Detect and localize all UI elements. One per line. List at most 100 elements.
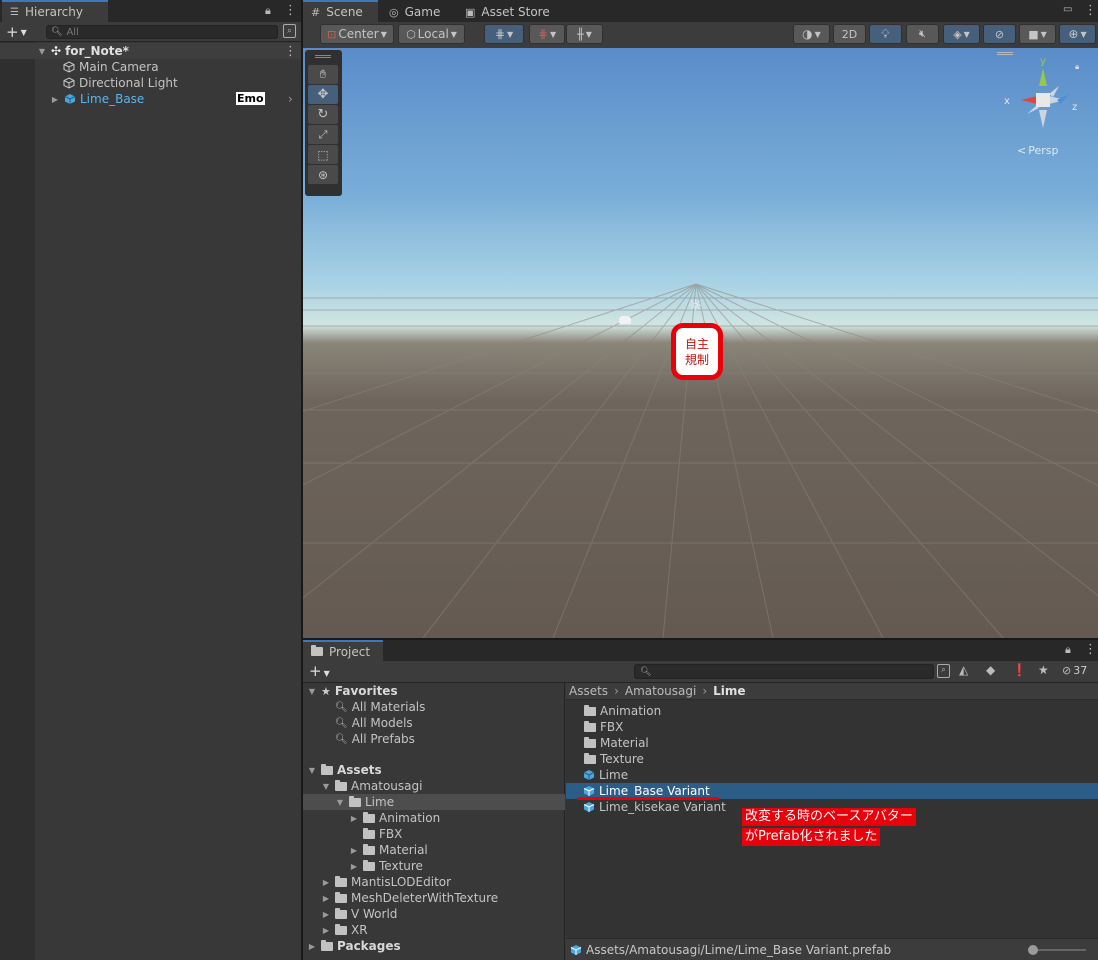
favorite-star-icon[interactable]: ★ [1038, 663, 1049, 677]
audio-toggle[interactable]: 🔇︎ [906, 24, 939, 44]
tab-game[interactable]: ◎ Game [381, 1, 448, 23]
expand-arrow-icon[interactable]: ▶ [321, 878, 331, 887]
hidden-packages-toggle[interactable]: ⊘ 37 [1062, 664, 1087, 677]
folder-material[interactable]: ▶ Material [349, 842, 428, 858]
expand-arrow-icon[interactable]: ▶ [349, 846, 359, 855]
filter-by-type-icon[interactable]: ◭ [959, 663, 968, 677]
expand-arrow-icon[interactable]: ▶ [50, 95, 60, 104]
folder-xr[interactable]: ▶ XR [321, 922, 368, 938]
chevron-right-icon[interactable]: › [288, 92, 293, 106]
asset-prefab-lime-kisekae-variant[interactable]: Lime_kisekae Variant [583, 799, 726, 815]
kebab-menu-icon[interactable]: ⋮ [1084, 3, 1097, 18]
folder-lime[interactable]: ▼ Lime [303, 794, 565, 810]
rect-tool-button[interactable]: ⬚ [308, 145, 338, 164]
asset-folder-animation[interactable]: Animation [584, 703, 661, 719]
maximize-icon[interactable]: ▭ [1063, 4, 1072, 15]
hierarchy-item-main-camera[interactable]: Main Camera [63, 59, 159, 75]
space-local-dropdown[interactable]: ⬡ Local ▼ [398, 24, 465, 44]
expand-arrow-icon[interactable]: ▶ [307, 942, 317, 951]
search-filter-icon[interactable]: ⌕ [937, 664, 950, 678]
lock-icon[interactable]: 🔒︎ [1065, 643, 1071, 657]
folder-meshdeleter[interactable]: ▶ MeshDeleterWithTexture [321, 890, 498, 906]
folder-fbx[interactable]: FBX [363, 826, 402, 842]
overlay-drag-handle[interactable] [315, 55, 331, 58]
folder-animation[interactable]: ▶ Animation [349, 810, 440, 826]
tab-hierarchy[interactable]: ☰ Hierarchy [2, 0, 108, 22]
gizmos-dropdown[interactable]: ⊕ ▼ [1059, 24, 1096, 44]
effects-dropdown[interactable]: ◈ ▼ [943, 24, 980, 44]
search-filter-icon[interactable]: ⌕ [283, 24, 296, 38]
orientation-gizmo[interactable]: y x z 🔒︎ < Persp [997, 52, 1083, 176]
expand-arrow-icon[interactable]: ▼ [335, 798, 345, 807]
asset-folder-texture[interactable]: Texture [584, 751, 644, 767]
2d-toggle[interactable]: 2D [833, 24, 866, 44]
breadcrumb-assets[interactable]: Assets [569, 684, 608, 698]
expand-arrow-icon[interactable]: ▶ [321, 926, 331, 935]
asset-folder-fbx[interactable]: FBX [584, 719, 623, 735]
scene-viewport[interactable]: ✋︎ ✥ ↻ ⤢ ⬚ ⊛ y x z 🔒︎ < Persp ☼ 自主 規制 [303, 48, 1098, 638]
favorite-all-models[interactable]: 🔍︎ All Models [335, 715, 413, 731]
expand-arrow-icon[interactable]: ▼ [307, 766, 317, 775]
camera-dropdown[interactable]: ■ ▼ [1019, 24, 1056, 44]
ruler-toggle[interactable]: ╫ ▼ [566, 24, 603, 44]
create-dropdown-button[interactable]: + ▼ [309, 662, 330, 680]
add-dropdown-button[interactable]: + ▼ [6, 23, 27, 41]
expand-arrow-icon[interactable]: ▶ [349, 862, 359, 871]
hand-tool-button[interactable]: ✋︎ [308, 65, 338, 84]
slider-thumb[interactable] [1028, 945, 1038, 955]
favorite-all-prefabs[interactable]: 🔍︎ All Prefabs [335, 731, 415, 747]
move-tool-button[interactable]: ✥ [308, 85, 338, 104]
project-search-field[interactable]: 🔍︎ [634, 664, 934, 679]
transform-tool-button[interactable]: ⊛ [308, 165, 338, 184]
increment-snap-toggle[interactable]: ⋕ ▼ [529, 24, 565, 44]
expand-arrow-icon[interactable]: ▼ [307, 687, 317, 696]
favorites-header[interactable]: ▼ ★ Favorites [307, 683, 398, 699]
rotate-tool-button[interactable]: ↻ [308, 105, 338, 124]
warning-filter-icon[interactable]: ❗ [1012, 663, 1027, 677]
kebab-menu-icon[interactable]: ⋮ [284, 3, 297, 18]
grid-snap-toggle[interactable]: ⋕ ▼ [484, 24, 524, 44]
folder-amatousagi[interactable]: ▼ Amatousagi [321, 778, 423, 794]
pivot-center-dropdown[interactable]: ⊡ Center ▼ [320, 24, 394, 44]
expand-arrow-icon[interactable]: ▼ [37, 47, 47, 56]
breadcrumb-lime[interactable]: Lime [713, 684, 745, 698]
assets-root[interactable]: ▼ Assets [307, 762, 382, 778]
breadcrumb-amatousagi[interactable]: Amatousagi [625, 684, 696, 698]
folder-mantis[interactable]: ▶ MantisLODEditor [321, 874, 451, 890]
lock-icon[interactable]: 🔒︎ [265, 4, 271, 18]
favorite-all-materials[interactable]: 🔍︎ All Materials [335, 699, 425, 715]
filter-by-label-icon[interactable]: ◆ [986, 663, 995, 677]
folder-texture[interactable]: ▶ Texture [349, 858, 423, 874]
directional-light-icon[interactable]: ☼ [688, 296, 702, 315]
kebab-menu-icon[interactable]: ⋮ [1084, 642, 1097, 657]
expand-arrow-icon[interactable]: ▶ [349, 814, 359, 823]
tab-project[interactable]: Project [303, 640, 383, 661]
expand-arrow-icon[interactable]: ▶ [321, 894, 331, 903]
expand-arrow-icon[interactable]: ▼ [321, 782, 331, 791]
gizmo-lock-icon[interactable]: 🔒︎ [1075, 62, 1079, 72]
tab-asset-store[interactable]: ▣ Asset Store [457, 1, 558, 23]
lighting-toggle[interactable]: 💡︎ [869, 24, 902, 44]
tab-scene[interactable]: # Scene [303, 0, 378, 22]
asset-prefab-lime[interactable]: Lime [583, 767, 628, 783]
icon-size-slider[interactable] [1028, 945, 1086, 955]
scene-visibility-toggle[interactable]: ⊘ [983, 24, 1016, 44]
asset-label: Material [600, 736, 649, 750]
tab-asset-store-label: Asset Store [481, 5, 550, 19]
draw-mode-dropdown[interactable]: ◑ ▼ [793, 24, 830, 44]
persp-toggle[interactable]: < Persp [1017, 144, 1058, 157]
expand-arrow-icon[interactable]: ▶ [321, 910, 331, 919]
folder-vworld[interactable]: ▶ V World [321, 906, 398, 922]
grid-snap-icon: ⋕ [494, 27, 505, 41]
scale-tool-button[interactable]: ⤢ [308, 125, 338, 144]
asset-folder-material[interactable]: Material [584, 735, 649, 751]
hierarchy-search-field[interactable]: 🔍︎ All [46, 25, 278, 39]
scene-menu-icon[interactable]: ⋮ [284, 44, 297, 59]
packages-root[interactable]: ▶ Packages [307, 938, 401, 954]
camera-gizmo-icon[interactable] [619, 316, 631, 324]
hierarchy-item-lime-base[interactable]: ▶ Lime_Base Emo › [50, 91, 301, 107]
scene-row[interactable]: ▼ ✣ for_Note* ⋮ [0, 43, 301, 59]
hierarchy-item-directional-light[interactable]: Directional Light [63, 75, 178, 91]
search-icon: 🔍︎ [335, 733, 348, 745]
gizmo-handle-icon[interactable] [997, 52, 1013, 55]
